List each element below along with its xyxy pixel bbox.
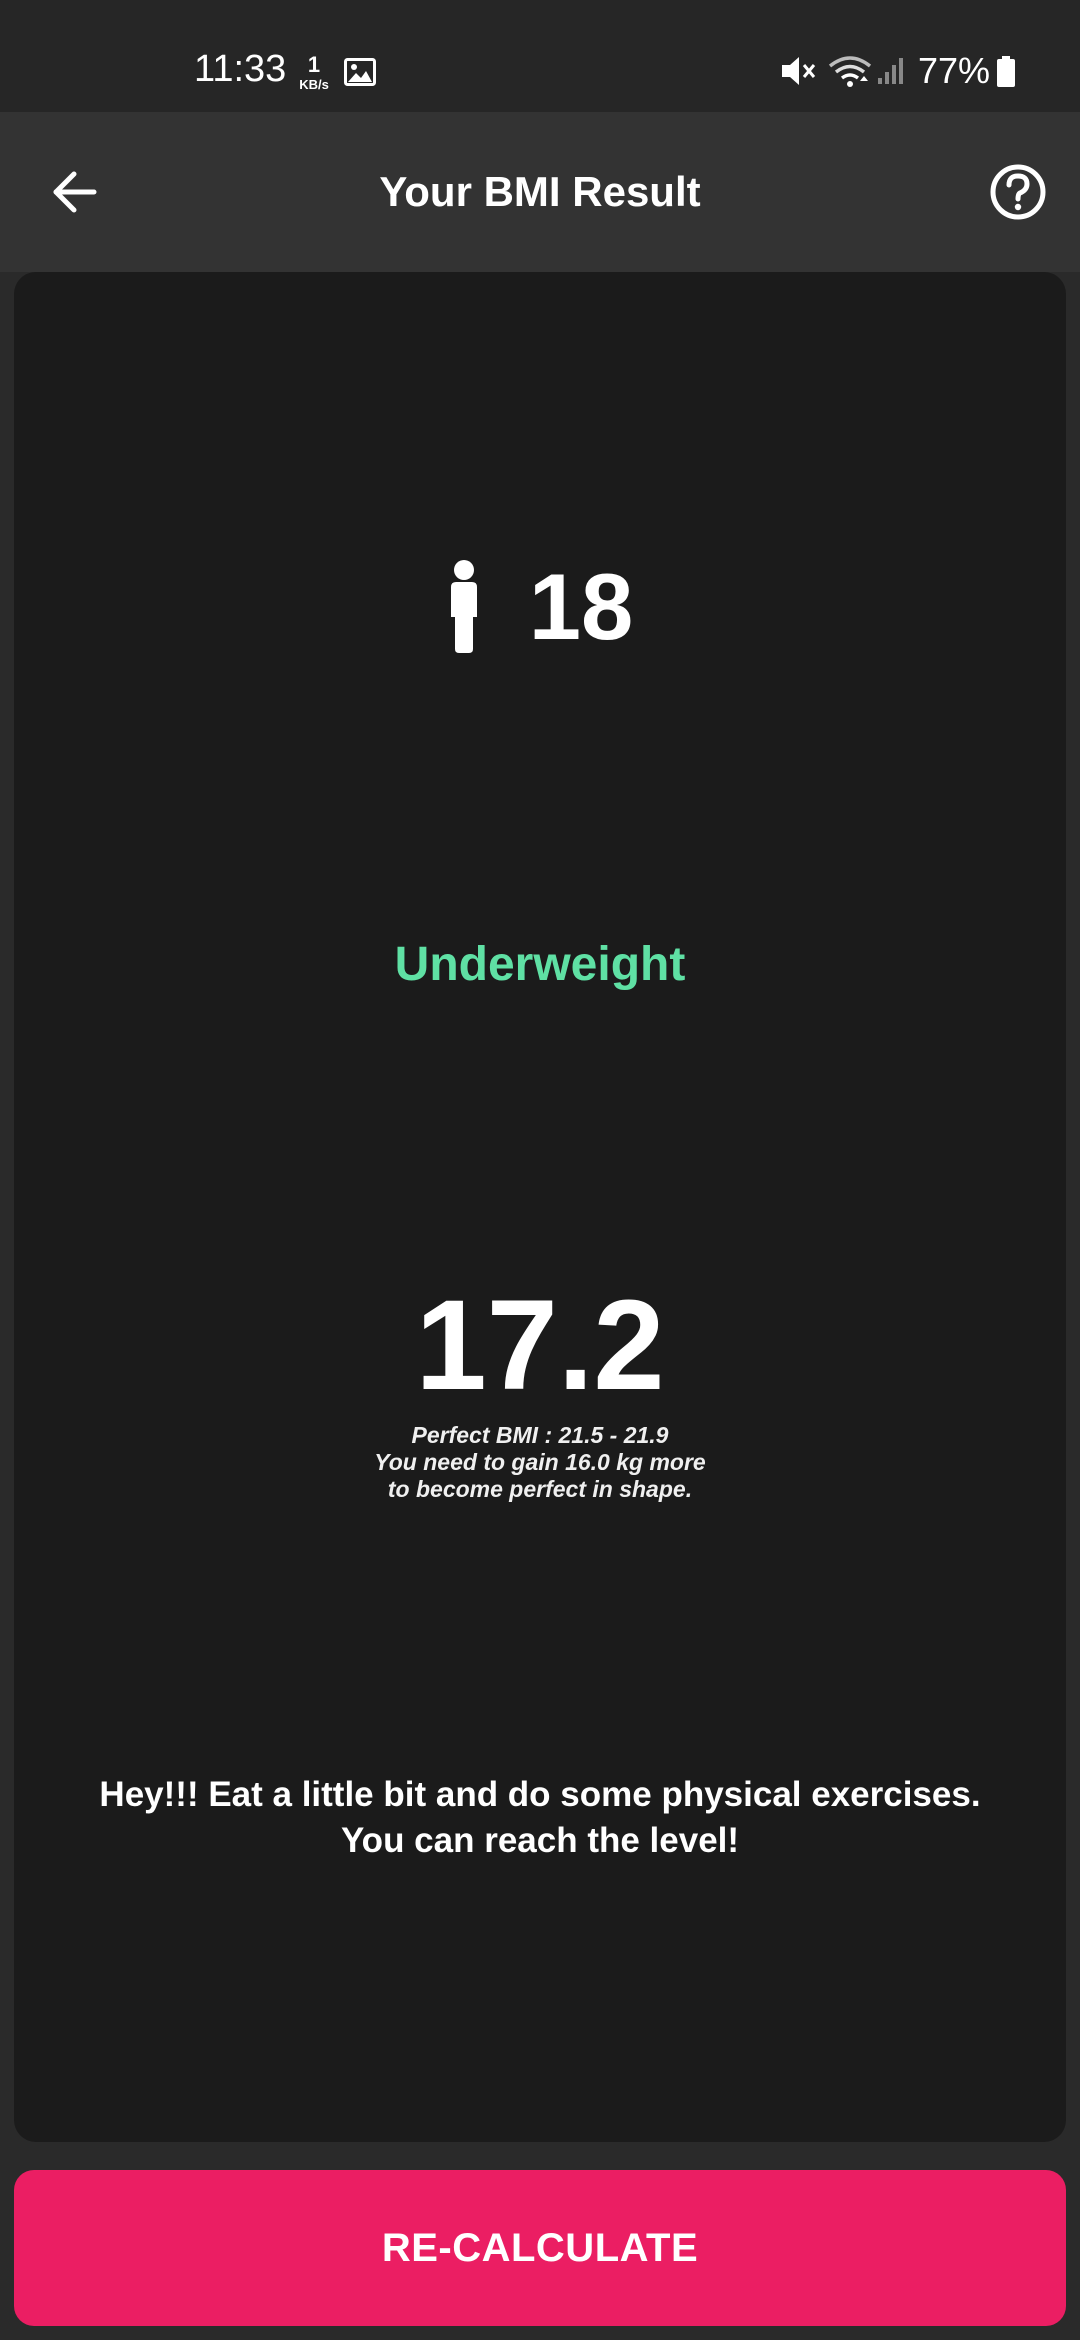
status-bar: 11:33 1 KB/s 77%	[0, 0, 1080, 112]
network-speed: 1 KB/s	[294, 52, 334, 92]
arrow-left-icon	[53, 171, 97, 213]
gain-weight-text: You need to gain 16.0 kg more	[374, 1449, 706, 1475]
bmi-category: Underweight	[394, 938, 686, 991]
battery-percent: 77%	[918, 50, 991, 91]
network-speed-unit: KB/s	[299, 77, 329, 92]
page-title: Your BMI Result	[379, 168, 701, 215]
help-button[interactable]	[980, 154, 1056, 230]
shape-text: to become perfect in shape.	[387, 1476, 693, 1502]
battery-icon	[996, 56, 1016, 93]
bmi-value: 17.2	[415, 1274, 665, 1417]
advice-line: Hey!!! Eat a little bit and do some phys…	[99, 1775, 981, 1814]
app-bar: Your BMI Result	[0, 112, 1080, 272]
signal-icon	[876, 56, 906, 91]
mute-icon	[780, 54, 818, 93]
gallery-icon	[344, 58, 376, 91]
network-speed-value: 1	[307, 52, 321, 77]
age-row: 18	[14, 552, 1066, 662]
age-value: 18	[528, 554, 634, 659]
help-circle-icon	[990, 164, 1046, 220]
advice-text: Hey!!! Eat a little bit and do some phys…	[54, 1772, 1026, 1864]
recalculate-button[interactable]: RE-CALCULATE	[14, 2170, 1066, 2326]
person-icon	[450, 560, 477, 653]
advice-line: You can reach the level!	[340, 1821, 740, 1860]
back-button[interactable]	[36, 154, 112, 230]
bmi-note: Perfect BMI : 21.5 - 21.9 You need to ga…	[14, 1422, 1066, 1503]
wifi-icon	[828, 54, 872, 93]
perfect-bmi-text: Perfect BMI : 21.5 - 21.9	[411, 1422, 669, 1448]
result-card: 18 Underweight 17.2 Perfect BMI : 21.5 -…	[14, 272, 1066, 2142]
status-time: 11:33	[194, 48, 287, 90]
